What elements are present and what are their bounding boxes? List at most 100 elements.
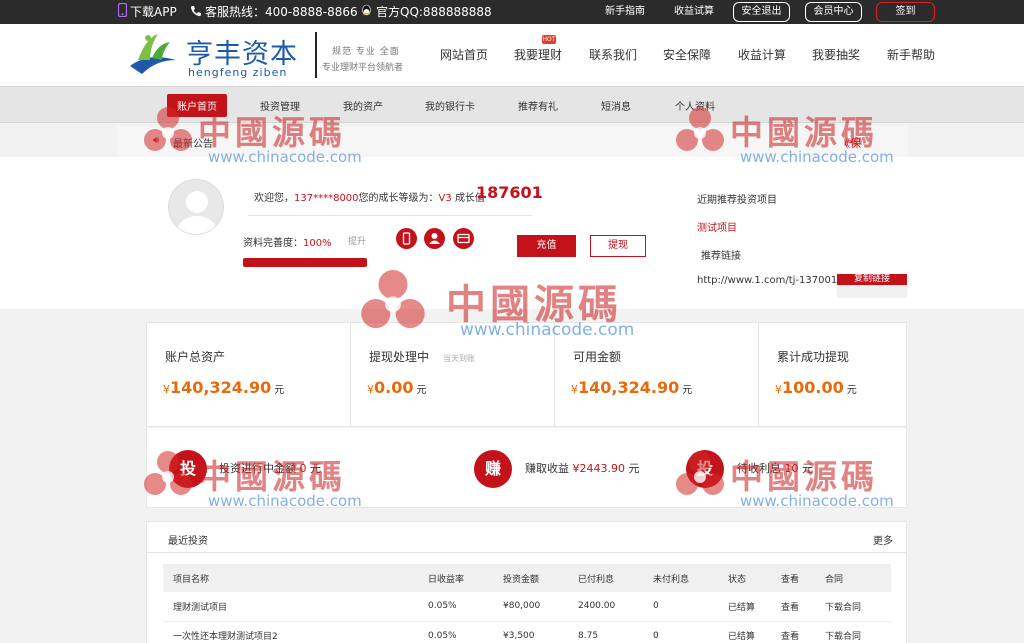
checkin-button[interactable]: 签到 (876, 2, 935, 22)
tab-messages[interactable]: 短消息 (601, 98, 631, 113)
logout-button[interactable]: 安全退出 (733, 2, 790, 22)
cell-project: 理财测试项目 (163, 592, 418, 622)
stat-value: 0.00 (374, 378, 414, 397)
account-stats: 账户总资产 ¥140,324.90 元 提现处理中 当天到账 ¥0.00 元 可用金额… (146, 322, 907, 427)
qq-icon (360, 1, 373, 25)
announcement-label: 最新公告 (173, 139, 213, 150)
currency-symbol: ¥ (571, 383, 578, 396)
stat-sublabel: 当天到账 (443, 354, 476, 363)
welcome-prefix: 欢迎您， (254, 193, 294, 204)
nav-help[interactable]: 新手帮助 (887, 46, 935, 63)
guide-link[interactable]: 新手指南 (605, 0, 645, 24)
col-contract: 合同 (815, 564, 891, 592)
nav-home[interactable]: 网站首页 (440, 46, 488, 63)
user-level: V3 (438, 193, 452, 204)
recommended-project-link[interactable]: 测试项目 (697, 219, 737, 234)
account-subnav: 账户首页 投资管理 我的资产 我的银行卡 推荐有礼 短消息 个人资料 (0, 86, 1024, 123)
recent-investments: 最近投资 更多 项目名称 日收益率 投资金额 已付利息 未付利息 状态 查看 合… (146, 521, 907, 643)
col-status: 状态 (718, 564, 771, 592)
col-view: 查看 (771, 564, 815, 592)
invest-value: 10 (784, 462, 799, 475)
profile-divider (248, 215, 532, 216)
nav-security[interactable]: 安全保障 (663, 46, 711, 63)
col-amount: 投资金额 (493, 564, 568, 592)
logo-subtext: hengfeng ziben (188, 66, 288, 79)
speaker-icon: 🔊︎ (153, 135, 160, 146)
stat-unit: 元 (682, 385, 693, 396)
tab-assets[interactable]: 我的资产 (343, 98, 383, 113)
slogan-line-2: 专业理财平台领航者 (322, 63, 404, 73)
profile-completeness: 资料完善度：100% (243, 234, 332, 249)
invest-label: 赚取收益 (525, 462, 569, 475)
user-verify-icon[interactable] (424, 228, 445, 249)
tab-referral[interactable]: 推荐有礼 (518, 98, 558, 113)
nav-contact[interactable]: 联系我们 (589, 46, 637, 63)
nav-calculator[interactable]: 收益计算 (738, 46, 786, 63)
investment-summary: 投 投资进行中金额 0 元 赚 赚取收益 ¥2443.90 元 投 待收利息 1… (146, 428, 907, 508)
announcement-bar: 🔊︎ 最新公告 《保 (117, 126, 908, 157)
cell-paid: 8.75 (568, 621, 643, 643)
stat-value: 140,324.90 (578, 378, 680, 397)
slogan-line-1: 规范 专业 全面 (332, 47, 400, 57)
copy-link-button[interactable]: 复制链接 (837, 274, 907, 298)
welcome-text: 欢迎您，137****8000您的成长等级为：V3 成长值 (254, 189, 485, 204)
stat-withdraw-processing: 提现处理中 当天到账 ¥0.00 元 (351, 323, 555, 426)
earn-badge-icon: 赚 (474, 450, 512, 488)
hotline: 客服热线：400-8888-8866 (190, 0, 358, 24)
completeness-value: 100% (303, 238, 332, 249)
stat-value: 100.00 (782, 378, 844, 397)
avatar[interactable] (168, 179, 224, 235)
tab-profile[interactable]: 个人资料 (675, 98, 715, 113)
cell-unpaid: 0 (643, 592, 718, 622)
recent-more-link[interactable]: 更多 (873, 532, 893, 547)
card-verify-icon[interactable] (453, 228, 474, 249)
stat-label: 提现处理中 (369, 350, 430, 364)
phone-verify-icon[interactable] (396, 228, 417, 249)
completeness-label: 资料完善度： (243, 238, 303, 249)
invest-label: 投资进行中金额 (219, 462, 296, 475)
invest-unit: 元 (310, 462, 321, 475)
welcome-level-label: 您的成长等级为： (358, 193, 439, 204)
withdraw-button[interactable]: 提现 (590, 235, 646, 257)
cell-project: 一次性还本理财测试项目2 (163, 621, 418, 643)
invest-label: 待收利息 (737, 462, 781, 475)
col-project: 项目名称 (163, 564, 418, 592)
stat-value: 140,324.90 (170, 378, 272, 397)
table-row: 一次性还本理财测试项目2 0.05% ¥3,500 8.75 0 已结算 查看 … (163, 621, 891, 643)
cell-rate: 0.05% (418, 592, 493, 622)
nav-invest[interactable]: 我要理财 (514, 46, 562, 63)
announcement-link[interactable]: 《保 (839, 135, 861, 151)
stat-label: 累计成功提现 (777, 350, 850, 364)
download-app-link[interactable]: 下载APP (117, 0, 177, 24)
qq-contact[interactable]: 官方QQ:888888888 (360, 0, 492, 24)
hotline-text: 客服热线：400-8888-8866 (205, 5, 358, 19)
copy-link-label: 复制链接 (837, 274, 907, 285)
cell-unpaid: 0 (643, 621, 718, 643)
tab-account-home[interactable]: 账户首页 (167, 94, 227, 117)
tab-investments[interactable]: 投资管理 (260, 98, 300, 113)
download-contract-link[interactable]: 下载合同 (815, 592, 891, 622)
referral-url: http://www.1.com/tj-13700138... (697, 275, 860, 286)
col-paid-interest: 已付利息 (568, 564, 643, 592)
user-phone: 137****8000 (294, 193, 359, 204)
growth-value: 187601 (476, 183, 543, 202)
invest-ongoing: 投资进行中金额 0 元 (219, 460, 321, 476)
view-link[interactable]: 查看 (771, 621, 815, 643)
logo-divider (315, 32, 317, 78)
nav-lottery[interactable]: 我要抽奖 (812, 46, 860, 63)
recharge-button[interactable]: 充值 (517, 235, 576, 257)
invest-unit: 元 (802, 462, 813, 475)
raise-link[interactable]: 提升 (348, 234, 366, 247)
recent-divider (147, 552, 906, 553)
stat-label: 可用金额 (573, 350, 622, 364)
tab-bank-cards[interactable]: 我的银行卡 (425, 98, 475, 113)
cell-amount: ¥80,000 (493, 592, 568, 622)
qq-text: 官方QQ:888888888 (376, 5, 492, 19)
earned-income: 赚取收益 ¥2443.90 元 (525, 460, 640, 476)
view-link[interactable]: 查看 (771, 592, 815, 622)
logo-icon[interactable] (128, 30, 180, 80)
member-center-button[interactable]: 会员中心 (805, 2, 862, 22)
completeness-progress-fill (243, 258, 367, 267)
calc-link[interactable]: 收益试算 (674, 0, 714, 24)
download-contract-link[interactable]: 下载合同 (815, 621, 891, 643)
